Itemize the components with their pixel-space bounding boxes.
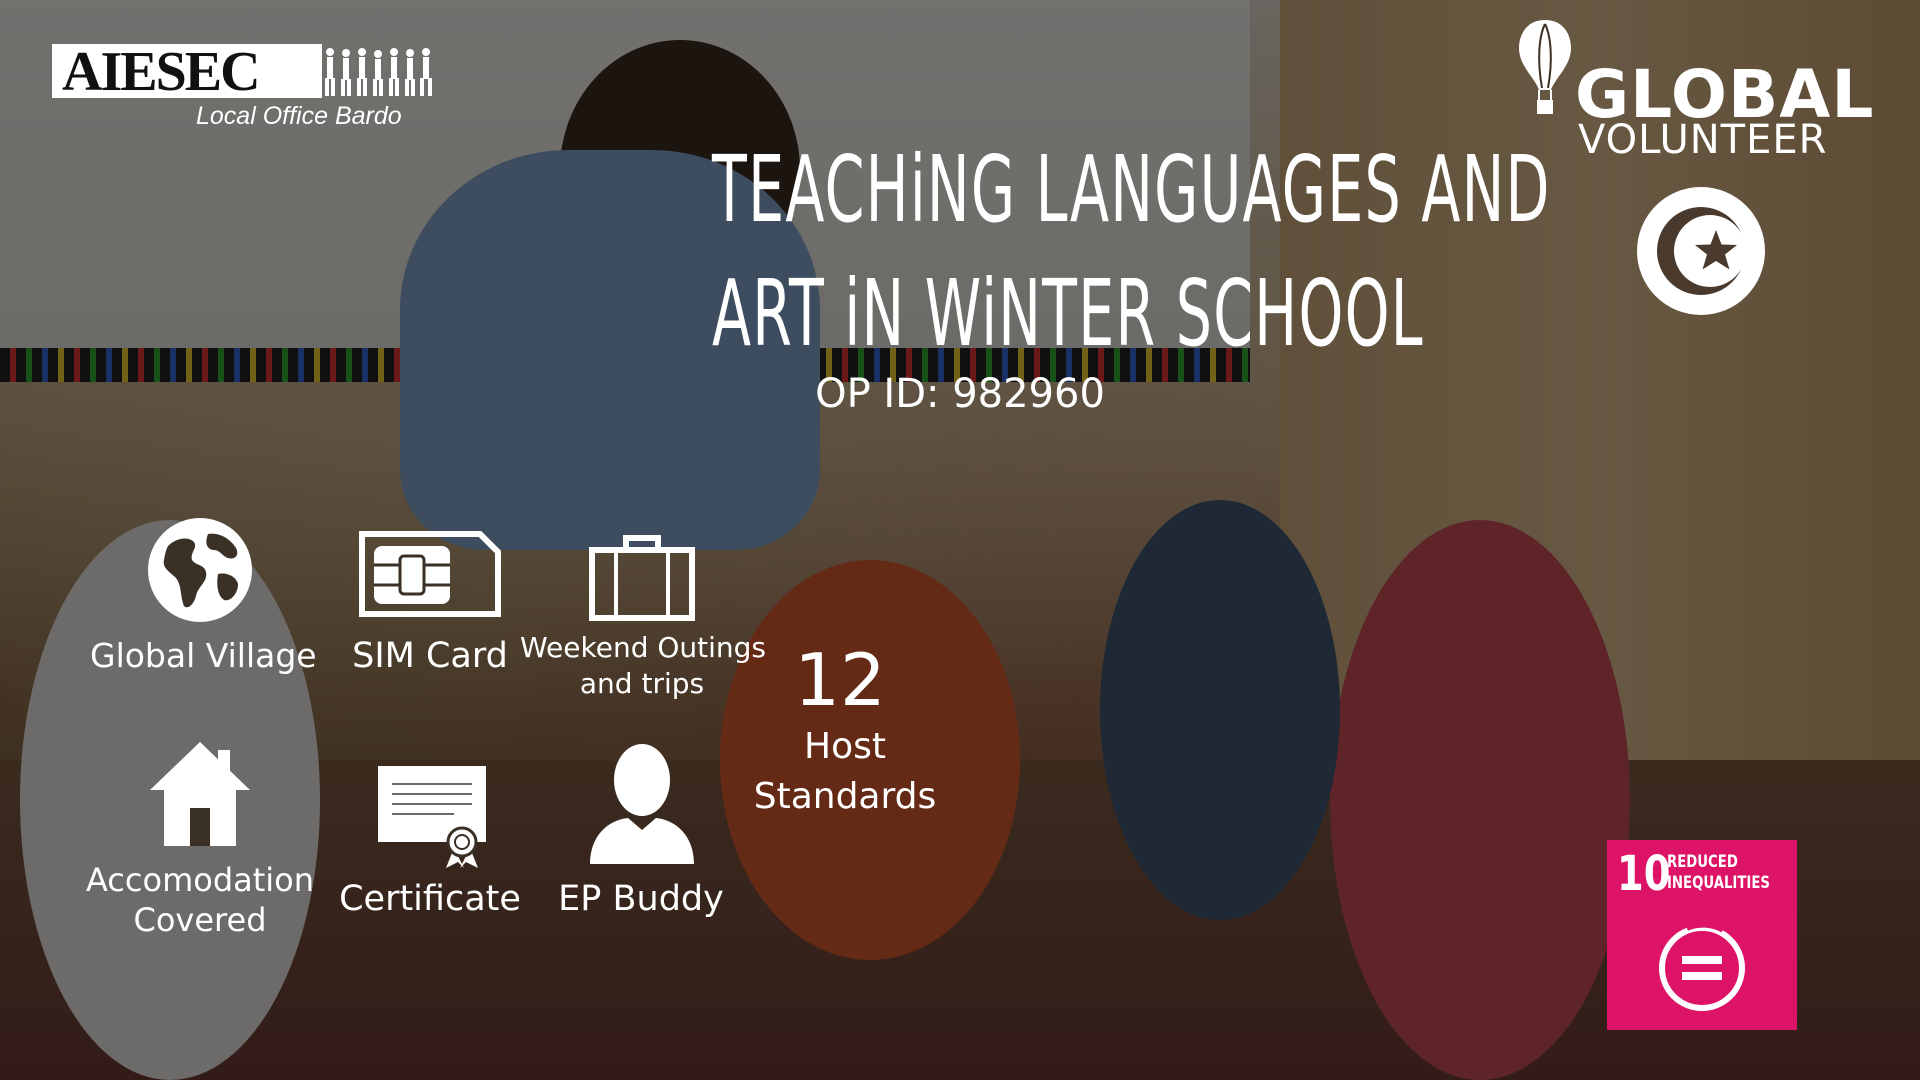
host-standards-line-2: Standards xyxy=(753,776,937,817)
balloon-icon xyxy=(1519,20,1571,114)
title-line-2: ART iN WiNTER SCHOOL xyxy=(712,260,1424,367)
globe-icon xyxy=(148,518,252,622)
sdg-title-line-2: INEQUALITIES xyxy=(1667,873,1770,893)
accomodation-label: Accomodation Covered xyxy=(80,860,320,940)
certificate-icon xyxy=(378,766,486,868)
promo-slide: AIESEC Local Office Bardo TEACHiNG LANGU… xyxy=(0,0,1920,1080)
weekend-outings-line-2: and trips xyxy=(579,667,705,700)
sdg-number: 10 xyxy=(1617,846,1671,902)
accomodation-line-1: Accomodation xyxy=(85,861,315,899)
host-standards-line-1: Host xyxy=(804,726,886,767)
aiesec-logo: AIESEC xyxy=(62,41,261,103)
sim-card-icon xyxy=(359,531,501,617)
sim-card-label: SIM Card xyxy=(352,636,508,676)
title-line-1: TEACHiNG LANGUAGES AND xyxy=(712,136,1551,243)
sdg-title-line-1: REDUCED xyxy=(1667,852,1738,872)
sdg-title: REDUCED INEQUALITIES xyxy=(1667,852,1770,894)
certificate-label: Certificate xyxy=(339,879,521,919)
global-village-label: Global Village xyxy=(90,636,317,675)
weekend-outings-line-1: Weekend Outings xyxy=(520,631,767,664)
tunisia-flag-icon xyxy=(1637,187,1765,315)
accomodation-line-2: Covered xyxy=(133,901,267,939)
ep-buddy-label: EP Buddy xyxy=(558,879,724,919)
suitcase-icon xyxy=(589,535,695,621)
person-icon xyxy=(590,744,694,864)
weekend-outings-label: Weekend Outings and trips xyxy=(520,630,767,702)
house-icon xyxy=(150,742,250,846)
op-id: OP ID: 982960 xyxy=(815,371,1105,417)
walking-people-icon xyxy=(325,48,432,96)
sdg-10-badge: 10 REDUCED INEQUALITIES xyxy=(1607,840,1797,1030)
host-standards-count: 12 xyxy=(794,638,886,722)
local-office-label: Local Office Bardo xyxy=(196,102,402,130)
equality-icon xyxy=(1659,920,1745,1011)
host-standards-label: Host Standards xyxy=(740,722,950,822)
opportunity-title: TEACHiNG LANGUAGES AND ART iN WiNTER SCH… xyxy=(712,128,1551,376)
global-volunteer-line-2: VOLUNTEER xyxy=(1578,117,1828,163)
